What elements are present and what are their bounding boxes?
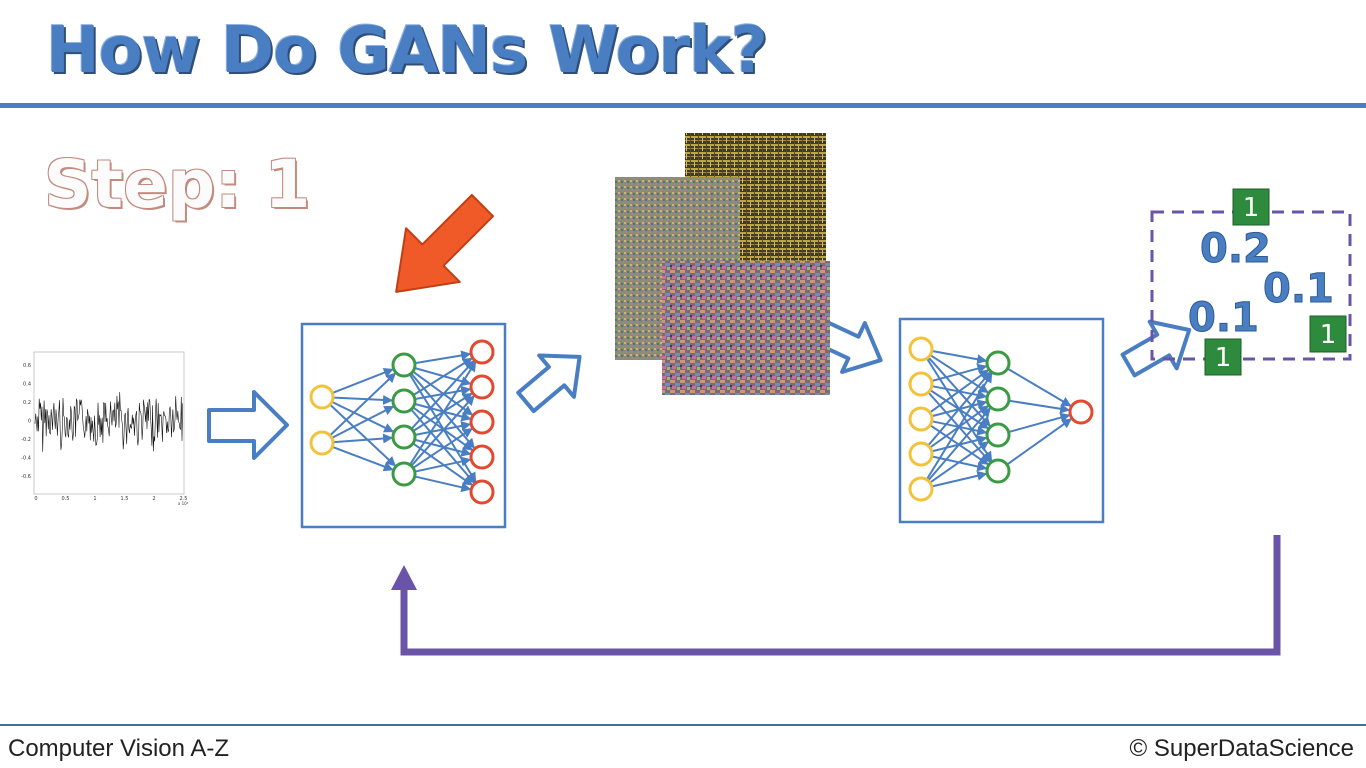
feedback-loop-arrow xyxy=(391,535,1281,656)
x-tick-label: 0 xyxy=(34,496,37,502)
y-tick-label: -0.6 xyxy=(21,474,31,480)
x-tick-label: 2 xyxy=(152,496,155,502)
generator-network xyxy=(300,322,507,529)
hidden-neuron xyxy=(985,458,1011,484)
label-badge-1: 1 xyxy=(1243,193,1260,223)
label-badge-2: 1 xyxy=(1320,320,1337,350)
hidden-neuron xyxy=(391,388,417,414)
gan-diagram: 0.60.40.20-0.2-0.4-0.6 0 0.5 1 1.5 2 2.5 x 10… xyxy=(21,133,1352,656)
output-neuron xyxy=(469,339,495,365)
hidden-neuron xyxy=(985,422,1011,448)
footer-divider xyxy=(0,724,1366,726)
y-tick-label: -0.4 xyxy=(21,456,31,462)
hidden-neuron xyxy=(985,350,1011,376)
input-neuron xyxy=(908,441,934,467)
hidden-neuron xyxy=(391,461,417,487)
output-neuron xyxy=(469,374,495,400)
hidden-neuron xyxy=(391,352,417,378)
generated-images xyxy=(615,133,830,395)
output-value-2: 0.1 xyxy=(1263,266,1334,312)
output-neuron xyxy=(469,444,495,470)
noise-signal-plot: 0.60.40.20-0.2-0.4-0.6 0 0.5 1 1.5 2 2.5 x 10… xyxy=(21,351,189,506)
input-neuron xyxy=(309,430,335,456)
arrow-generator-to-images xyxy=(516,353,582,414)
input-neuron xyxy=(908,406,934,432)
y-tick-label: 0.4 xyxy=(23,382,31,388)
input-neuron xyxy=(908,371,934,397)
input-neuron xyxy=(309,384,335,410)
hidden-neuron xyxy=(985,386,1011,412)
label-badge-3: 1 xyxy=(1215,343,1232,373)
arrow-noise-to-generator xyxy=(207,390,289,460)
copyright: © SuperDataScience xyxy=(1129,735,1354,762)
output-neuron xyxy=(469,409,495,435)
output-value-1: 0.2 xyxy=(1200,226,1271,272)
output-neuron xyxy=(469,479,495,505)
hidden-neuron xyxy=(391,424,417,450)
y-tick-label: 0.2 xyxy=(23,400,31,406)
x-axis-multiplier: x 10⁴ xyxy=(178,501,189,506)
input-neuron xyxy=(908,476,934,502)
x-tick-label: 1.5 xyxy=(121,496,129,502)
output-value-3: 0.1 xyxy=(1188,295,1259,341)
course-name: Computer Vision A-Z xyxy=(8,735,229,762)
input-neuron xyxy=(908,336,934,362)
x-tick-label: 1 xyxy=(93,496,96,502)
output-neuron xyxy=(1068,399,1094,425)
y-tick-label: 0.6 xyxy=(23,363,31,369)
y-tick-label: -0.2 xyxy=(21,437,31,443)
y-tick-label: 0 xyxy=(28,419,31,425)
highlight-arrow xyxy=(395,193,495,293)
x-tick-label: 0.5 xyxy=(62,496,70,502)
discriminator-network xyxy=(898,317,1105,524)
